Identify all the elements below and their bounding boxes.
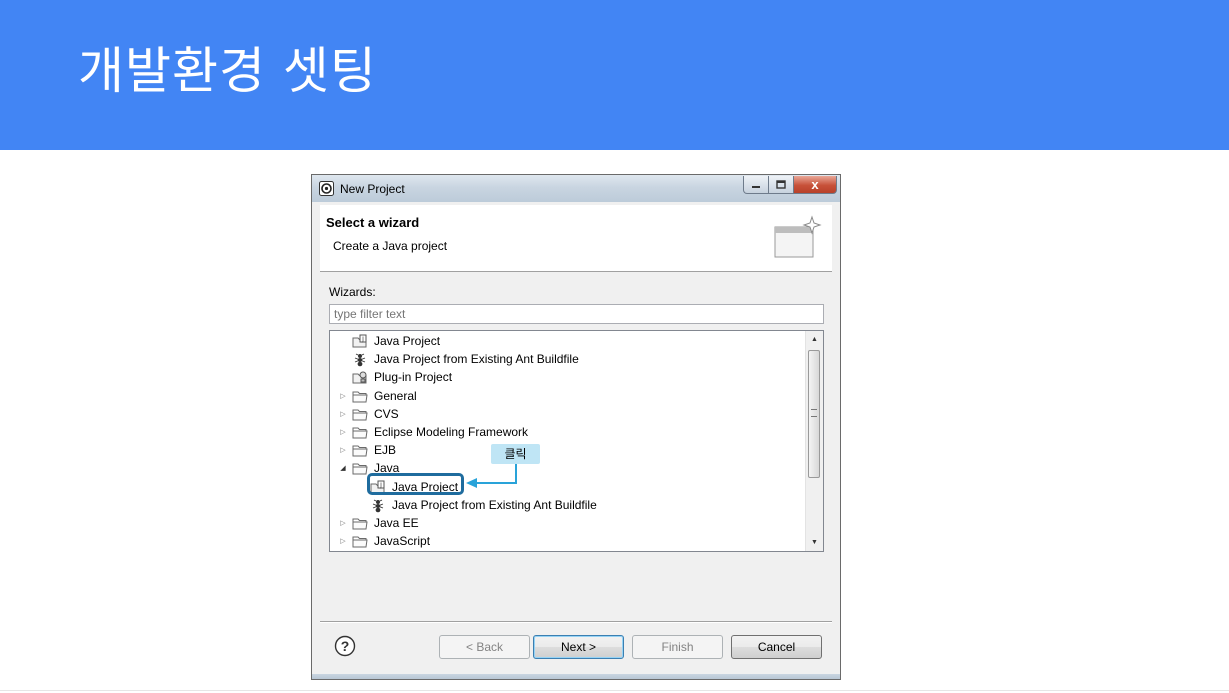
collapsed-arrow-icon[interactable]: ▷ bbox=[338, 442, 348, 459]
expanded-arrow-icon[interactable]: ◢ bbox=[338, 460, 348, 477]
tree-item[interactable]: ▷ CVS bbox=[330, 406, 800, 423]
svg-text:?: ? bbox=[341, 638, 350, 654]
collapsed-arrow-icon[interactable]: ▷ bbox=[338, 533, 348, 550]
window-controls: x bbox=[743, 176, 837, 194]
tree-item-label: Plug-in Project bbox=[374, 370, 453, 385]
new-project-dialog: New Project x Select a wizard Create a J… bbox=[311, 174, 841, 680]
back-button[interactable]: < Back bbox=[439, 635, 530, 659]
click-callout: 클릭 bbox=[491, 444, 540, 464]
selection-highlight bbox=[367, 473, 464, 495]
window-bottom-edge bbox=[312, 674, 840, 679]
folder-icon bbox=[352, 443, 368, 458]
close-icon: x bbox=[811, 177, 819, 192]
tree-item[interactable]: Java Project from Existing Ant Buildfile bbox=[330, 351, 800, 368]
wizard-tree: ▷ JavaScript ▷ Java EE Java Project from Exi… bbox=[329, 330, 824, 552]
tree-item[interactable]: ▷ EJB bbox=[330, 442, 800, 459]
tree-item[interactable]: ▷ General bbox=[330, 388, 800, 405]
scroll-up-icon[interactable]: ▲ bbox=[806, 331, 823, 348]
scroll-grip-icon bbox=[811, 409, 817, 417]
minimize-icon bbox=[752, 185, 760, 188]
tree-item[interactable]: Java Project from Existing Ant Buildfile bbox=[330, 497, 800, 514]
new-wizard-icon bbox=[774, 215, 822, 258]
tree-item-label: Eclipse Modeling Framework bbox=[374, 425, 529, 439]
wizard-description: Create a Java project bbox=[333, 239, 448, 253]
collapsed-arrow-icon[interactable]: ▷ bbox=[338, 424, 348, 441]
filter-input[interactable] bbox=[329, 304, 824, 324]
tree-item-label: Java Project from Existing Ant Buildfile bbox=[392, 497, 597, 512]
title-bar[interactable]: New Project x bbox=[312, 175, 840, 202]
scroll-thumb[interactable] bbox=[808, 350, 820, 478]
dialog-title: New Project bbox=[340, 182, 405, 196]
wizard-header: Select a wizard Create a Java project bbox=[320, 205, 832, 272]
tree-item-label: CVS bbox=[374, 406, 399, 421]
tree-item-label: Java Project from Existing Ant Buildfile bbox=[374, 352, 579, 367]
tree-item-label: General bbox=[374, 388, 417, 403]
maximize-button[interactable] bbox=[769, 176, 794, 194]
tree-item-label: EJB bbox=[374, 443, 397, 458]
svg-text:J: J bbox=[361, 336, 364, 343]
folder-icon bbox=[352, 389, 368, 404]
wizard-title: Select a wizard bbox=[326, 215, 420, 230]
finish-button[interactable]: Finish bbox=[632, 635, 723, 659]
tree-item-label: Java EE bbox=[374, 516, 419, 530]
help-icon[interactable]: ? bbox=[334, 635, 356, 657]
slide-divider bbox=[0, 690, 1229, 691]
folder-icon bbox=[352, 516, 368, 531]
folder-icon bbox=[352, 461, 368, 476]
collapsed-arrow-icon[interactable]: ▷ bbox=[338, 388, 348, 405]
collapsed-arrow-icon[interactable]: ▷ bbox=[338, 515, 348, 532]
tree-item[interactable]: J Java Project bbox=[330, 333, 800, 350]
wizards-label: Wizards: bbox=[329, 285, 376, 299]
folder-icon bbox=[352, 425, 368, 440]
tree-item-label: Java Project bbox=[374, 334, 441, 348]
collapsed-arrow-icon[interactable]: ▷ bbox=[338, 406, 348, 423]
ant-icon bbox=[370, 498, 386, 513]
slide-title: 개발환경 셋팅 bbox=[78, 42, 377, 100]
minimize-button[interactable] bbox=[743, 176, 769, 194]
folder-icon bbox=[352, 407, 368, 422]
scroll-down-icon[interactable]: ▼ bbox=[806, 534, 823, 551]
java-project-icon: J bbox=[352, 334, 368, 349]
slide-header: 개발환경 셋팅 bbox=[0, 0, 1229, 150]
tree-item[interactable]: ▷ Eclipse Modeling Framework bbox=[330, 424, 800, 441]
vertical-scrollbar[interactable]: ▲ ▼ bbox=[805, 331, 823, 551]
tree-item-label: JavaScript bbox=[374, 534, 431, 549]
tree-item[interactable]: ▷ JavaScript bbox=[330, 533, 800, 550]
ant-icon bbox=[352, 352, 368, 367]
close-button[interactable]: x bbox=[794, 176, 837, 194]
plugin-project-icon bbox=[352, 370, 368, 385]
folder-icon bbox=[352, 534, 368, 549]
eclipse-icon bbox=[319, 181, 334, 196]
tree-item[interactable]: ▷ Java EE bbox=[330, 515, 800, 532]
maximize-icon bbox=[776, 180, 786, 189]
tree-item[interactable]: Plug-in Project bbox=[330, 369, 800, 386]
footer-separator bbox=[320, 621, 832, 623]
cancel-button[interactable]: Cancel bbox=[731, 635, 822, 659]
next-button[interactable]: Next > bbox=[533, 635, 624, 659]
